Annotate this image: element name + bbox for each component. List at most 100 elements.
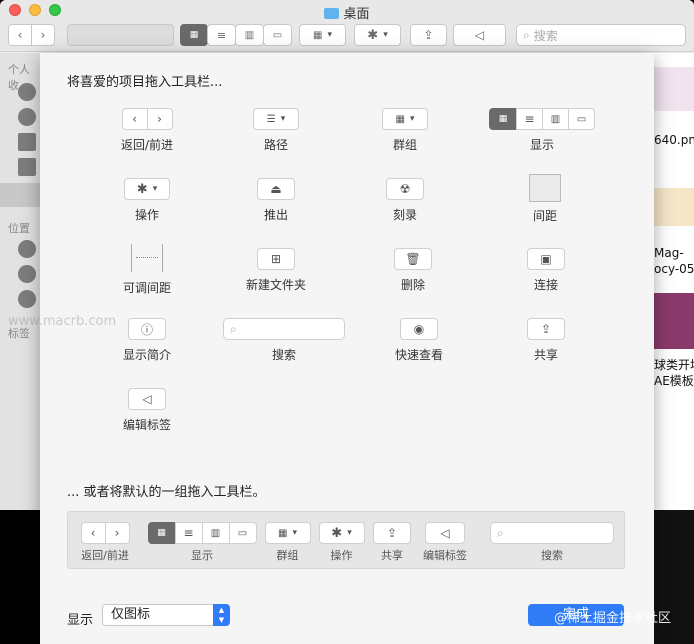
palette-label: 显示 [529, 138, 554, 152]
chevron-left-icon: ‹ [80, 522, 106, 544]
default-label: 返回/前进 [81, 549, 129, 562]
default-search: ⌕ 搜索 [490, 522, 614, 563]
palette-quick-look[interactable]: ◉ 快速查看 [364, 318, 474, 363]
palette-eject[interactable]: ⏏ 推出 [221, 178, 331, 223]
network-icon[interactable] [18, 290, 36, 308]
default-share: ⇪ 共享 [373, 522, 411, 563]
palette-group[interactable]: ▦ ▾ 群组 [350, 108, 460, 153]
sidebar: 个人收 位置 标签 [0, 53, 40, 510]
file-name: 球类开场 [654, 358, 694, 372]
gallery-view-icon: ▭ [228, 522, 257, 544]
palette-delete[interactable]: 🗑 删除 [358, 248, 468, 293]
palette-flexible-space[interactable]: 可调间距 [92, 244, 202, 296]
downloads-icon[interactable] [18, 108, 36, 126]
applications-icon[interactable] [18, 133, 36, 151]
popup-stepper-icon: ▲ ▼ [213, 604, 230, 626]
palette-label: 操作 [134, 208, 159, 222]
palette-share[interactable]: ⇪ 共享 [491, 318, 601, 363]
default-back-forward: ‹ › 返回/前进 [78, 522, 132, 563]
customize-toolbar-sheet: 将喜爱的项目拖入工具栏... ‹ › 返回/前进 ☰ ▾ 路径 ▦ ▾ 群组 ▦ ≡ ▥ ▭… [40, 53, 654, 644]
palette-label: 可调间距 [122, 281, 171, 295]
share-button[interactable]: ⇪ [410, 24, 447, 46]
palette-back-forward[interactable]: ‹ › 返回/前进 [92, 108, 202, 153]
column-view-icon: ▥ [542, 108, 569, 130]
list-view-icon: ≡ [516, 108, 543, 130]
gallery-view-button[interactable]: ▭ [263, 24, 292, 46]
burn-icon: ☢ [386, 178, 424, 200]
chevron-right-icon: › [146, 108, 173, 130]
default-label: 搜索 [541, 549, 563, 562]
icon-view-icon: ▦ [489, 108, 517, 130]
file-thumbnail[interactable] [654, 188, 694, 226]
palette-label: 新建文件夹 [245, 278, 306, 292]
watermark: @稀土掘金技术社区 [554, 611, 672, 626]
forward-button[interactable]: › [31, 24, 55, 46]
show-label: 显示 [67, 613, 94, 628]
default-group: ▦ ▾ 群组 [264, 522, 311, 563]
show-popup[interactable]: 仅图标 ▲ ▼ [102, 604, 230, 626]
palette-label: 刻录 [392, 208, 417, 222]
tag-icon: ◁ [425, 522, 465, 544]
new-folder-icon: ⊞ [257, 248, 295, 270]
airdrop-icon[interactable] [18, 83, 36, 101]
search-field-icon: ⌕ [490, 522, 614, 544]
disk-icon[interactable] [18, 265, 36, 283]
palette-label: 连接 [533, 278, 558, 292]
trash-icon: 🗑 [394, 248, 432, 270]
palette-label: 快速查看 [394, 348, 443, 362]
search-icon: ⌕ [523, 27, 530, 42]
palette-view[interactable]: ▦ ≡ ▥ ▭ 显示 [467, 108, 617, 153]
palette-action[interactable]: ✱ ▾ 操作 [92, 178, 202, 223]
file-thumbnail[interactable] [654, 67, 694, 111]
default-action: ✱ ▾ 操作 [318, 522, 365, 563]
icon-view-button[interactable]: ▦ [180, 24, 208, 46]
title-bar: 桌面 [0, 0, 694, 22]
file-name: AE模板 [654, 374, 694, 388]
action-button[interactable]: ✱ ▾ [354, 24, 401, 46]
sidebar-section-locations: 位置 [8, 222, 30, 235]
chevron-right-icon: › [104, 522, 130, 544]
palette-label: 共享 [533, 348, 558, 362]
default-set-heading: ... 或者将默认的一组拖入工具栏。 [67, 485, 266, 500]
file-name: Mag- [654, 246, 684, 260]
default-edit-tags: ◁ 编辑标签 [416, 522, 474, 563]
back-button[interactable]: ‹ [8, 24, 32, 46]
gear-icon: ✱ ▾ [318, 522, 365, 544]
gear-icon: ✱ ▾ [124, 178, 170, 200]
palette-search[interactable]: ⌕ 搜索 [223, 318, 345, 363]
search-field-icon: ⌕ [223, 318, 345, 340]
file-thumbnail[interactable] [654, 293, 694, 349]
column-view-button[interactable]: ▥ [235, 24, 264, 46]
palette-new-folder[interactable]: ⊞ 新建文件夹 [221, 248, 331, 293]
palette-connect[interactable]: ▣ 连接 [491, 248, 601, 293]
finder-search-field[interactable]: ⌕ 搜索 [516, 24, 686, 46]
group-button[interactable]: ▦ ▾ [299, 24, 346, 46]
palette-space[interactable]: 间距 [490, 174, 600, 224]
palette-path[interactable]: ☰ ▾ 路径 [221, 108, 331, 153]
connect-icon: ▣ [527, 248, 565, 270]
space-icon [529, 174, 561, 202]
group-icon: ▦ ▾ [264, 522, 311, 544]
path-placeholder [67, 24, 174, 46]
icloud-icon[interactable] [18, 240, 36, 258]
sidebar-item-desktop[interactable] [0, 183, 40, 207]
eye-icon: ◉ [400, 318, 438, 340]
default-toolbar-set[interactable]: ‹ › 返回/前进 ▦ ≡ ▥ ▭ 显示 ▦ ▾ 群组 ✱ ▾ 操作 ⇪ 共享 ◁ 编辑标签… [67, 511, 625, 569]
list-view-button[interactable]: ≡ [207, 24, 236, 46]
default-label: 编辑标签 [423, 549, 467, 562]
share-icon: ⇪ [527, 318, 565, 340]
path-icon: ☰ ▾ [253, 108, 299, 130]
column-view-icon: ▥ [201, 522, 230, 544]
palette-burn[interactable]: ☢ 刻录 [350, 178, 460, 223]
finder-toolbar: ‹ › ▦ ≡ ▥ ▭ ▦ ▾ ✱ ▾ ⇪ ◁ ⌕ 搜索 [0, 22, 694, 52]
palette-edit-tags[interactable]: ◁ 编辑标签 [92, 388, 202, 433]
edit-tags-button[interactable]: ◁ [453, 24, 506, 46]
documents-icon[interactable] [18, 158, 36, 176]
icon-view-icon: ▦ [147, 522, 176, 544]
gallery-view-icon: ▭ [568, 108, 595, 130]
sheet-heading: 将喜爱的项目拖入工具栏... [67, 75, 223, 90]
palette-label: 群组 [392, 138, 417, 152]
palette-label: 删除 [400, 278, 425, 292]
file-area: 640.pn Mag- ocy-05 球类开场 AE模板 [654, 53, 694, 510]
file-name: 640.pn [654, 133, 694, 147]
